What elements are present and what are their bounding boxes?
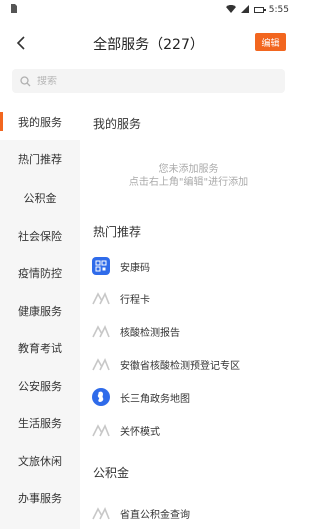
sidebar-item-label: 文旅休闲 [18,454,62,468]
sidebar-item-fund[interactable]: 公积金 [0,179,80,216]
placeholder-logo-icon [92,355,110,373]
sidebar-item-label: 疫情防控 [18,266,62,280]
service-item-fund-query[interactable]: 省直公积金查询 [92,501,292,525]
sidebar-item-label: 热门推荐 [18,152,62,166]
status-right: 5:55 [225,4,289,16]
status-time: 5:55 [268,5,289,15]
sidebar-item-epidemic[interactable]: 疫情防控 [0,254,80,291]
sidebar-item-label: 教育考试 [18,341,62,355]
service-label: 核酸检测报告 [120,327,180,339]
search-icon [20,72,31,91]
placeholder-logo-icon [92,504,110,522]
sidebar-item-hot[interactable]: 热门推荐 [0,140,80,177]
header: 全部服务（227） 编辑 [0,26,297,60]
service-item-nucleic-report[interactable]: 核酸检测报告 [92,319,292,343]
status-left [10,4,17,16]
sidebar-item-label: 办事服务 [18,491,62,505]
sidebar-item-education[interactable]: 教育考试 [0,329,80,366]
placeholder-logo-icon [92,289,110,307]
sidebar-item-label: 公积金 [23,191,57,205]
back-button[interactable] [10,32,32,54]
service-label: 安康码 [120,262,150,274]
sidebar-item-life[interactable]: 生活服务 [0,404,80,441]
service-item-yrd-map[interactable]: 长三角政务地图 [92,385,292,409]
sidebar-item-my-services[interactable]: 我的服务 [0,103,80,140]
sidebar-item-health[interactable]: 健康服务 [0,292,80,329]
empty-tip-line1: 您未添加服务 [158,164,219,175]
service-label: 安徽省核酸检测预登记专区 [120,360,240,372]
service-item-care-mode[interactable]: 关怀模式 [92,418,292,442]
sidebar-item-label: 健康服务 [18,304,62,318]
map-icon [92,388,110,406]
sidebar-item-label: 我的服务 [18,115,62,129]
page-title: 全部服务（227） [93,37,204,53]
chevron-left-icon [16,36,25,50]
sidebar-item-label: 生活服务 [18,416,62,430]
category-sidebar: 我的服务 热门推荐 公积金 社会保险 疫情防控 健康服务 教育考试 公安服务 生… [0,103,80,529]
signal-icon [240,4,249,16]
sidebar-item-social-insurance[interactable]: 社会保险 [0,217,80,254]
service-content: 我的服务 您未添加服务 点击右上角"编辑"进行添加 热门推荐 安康码 行程卡 核… [80,103,297,529]
sidebar-item-culture[interactable]: 文旅休闲 [0,442,80,479]
section-title-fund: 公积金 [93,466,130,480]
service-item-ankang-code[interactable]: 安康码 [92,254,292,278]
sidebar-item-police[interactable]: 公安服务 [0,367,80,404]
section-title-my-services: 我的服务 [93,117,142,131]
search-input[interactable] [37,75,257,87]
sidebar-item-label: 公安服务 [18,379,62,393]
service-label: 省直公积金查询 [120,509,190,521]
service-item-nucleic-preregister[interactable]: 安徽省核酸检测预登记专区 [92,352,292,376]
qr-code-icon [92,257,110,275]
status-bar: 5:55 [0,0,297,20]
placeholder-logo-icon [92,322,110,340]
edit-button[interactable]: 编辑 [255,33,286,51]
battery-icon [253,7,266,13]
section-title-hot: 热门推荐 [93,225,142,239]
service-label: 关怀模式 [120,426,160,438]
search-bar[interactable] [12,69,285,93]
wifi-icon [225,4,236,16]
service-label: 长三角政务地图 [120,393,190,405]
service-item-itinerary-card[interactable]: 行程卡 [92,286,292,310]
service-label: 行程卡 [120,294,150,306]
sim-icon [10,4,17,16]
sidebar-item-label: 社会保险 [18,229,62,243]
empty-tip-line2: 点击右上角"编辑"进行添加 [128,177,249,188]
placeholder-logo-icon [92,421,110,439]
sidebar-item-affairs[interactable]: 办事服务 [0,479,80,516]
